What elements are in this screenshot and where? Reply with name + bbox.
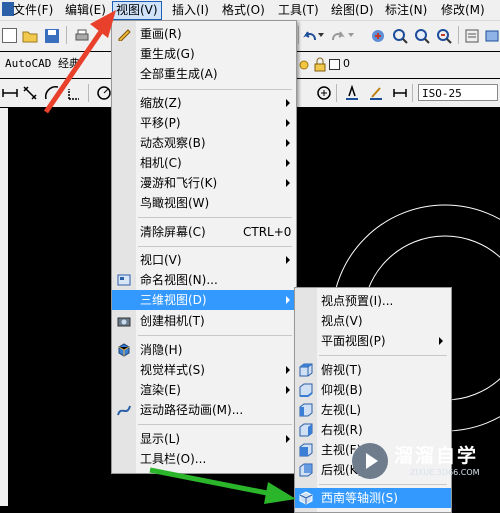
watermark-title: 溜溜自学 [394, 445, 479, 467]
annotation-overlay [43, 10, 296, 504]
green-arrow-head [264, 482, 296, 504]
green-arrow-shaft [149, 467, 273, 497]
watermark-url: ZIXUE.3D66.COM [410, 468, 480, 477]
red-arrow-shaft [43, 28, 105, 114]
play-logo-icon [352, 443, 388, 479]
red-arrow-head [90, 10, 116, 38]
watermark: 溜溜自学 ZIXUE.3D66.COM [350, 440, 498, 482]
